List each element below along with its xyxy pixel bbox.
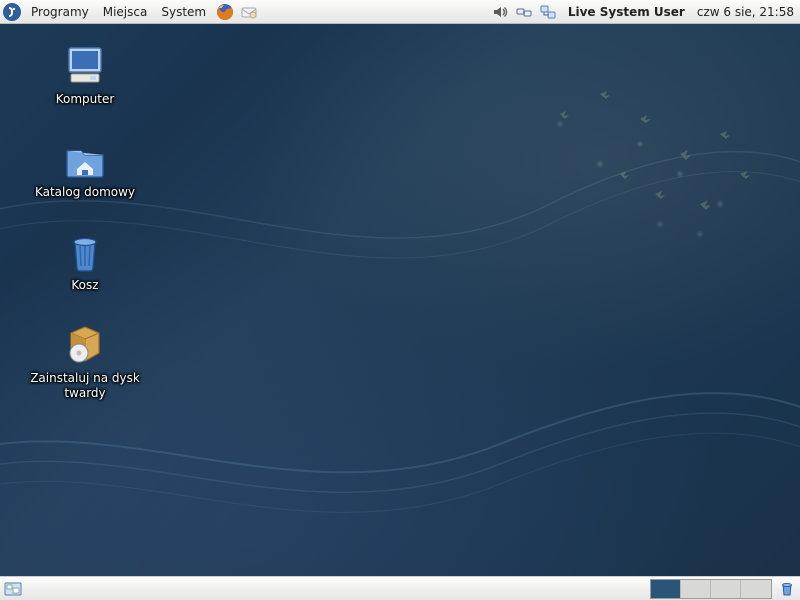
volume-icon[interactable]	[489, 1, 511, 23]
desktop-icon-home[interactable]: Katalog domowy	[10, 135, 160, 200]
show-desktop-button[interactable]	[2, 578, 24, 600]
user-menu[interactable]: Live System User	[560, 5, 693, 19]
desktop-icon-install[interactable]: Zainstaluj na dysk twardy	[10, 321, 160, 401]
trash-icon	[61, 228, 109, 276]
workspace-4[interactable]	[741, 580, 771, 598]
desktop-icon-label: Komputer	[56, 92, 115, 107]
menu-system[interactable]: System	[154, 0, 213, 23]
panel-trash-icon[interactable]	[776, 578, 798, 600]
desktop-icon-computer[interactable]: Komputer	[10, 42, 160, 107]
desktop-icon-label: Zainstaluj na dysk twardy	[20, 371, 150, 401]
clock[interactable]: czw 6 sie, 21:58	[693, 5, 800, 19]
workspace-3[interactable]	[711, 580, 741, 598]
desktop-icons-area: Komputer Katalog domowy	[10, 42, 160, 401]
workspace-1[interactable]	[651, 580, 681, 598]
desktop-icon-trash[interactable]: Kosz	[10, 228, 160, 293]
install-icon	[61, 321, 109, 369]
desktop-icon-label: Katalog domowy	[35, 185, 135, 200]
network-applet-icon[interactable]	[537, 1, 559, 23]
workspace-2[interactable]	[681, 580, 711, 598]
desktop[interactable]: Komputer Katalog domowy	[0, 24, 800, 576]
top-panel: Programy Miejsca System	[0, 0, 800, 24]
distro-logo-icon[interactable]	[1, 1, 23, 23]
firefox-launcher-icon[interactable]	[214, 1, 236, 23]
network-status-icon[interactable]	[513, 1, 535, 23]
menu-programs[interactable]: Programy	[24, 0, 96, 23]
workspace-switcher[interactable]	[650, 579, 772, 599]
home-folder-icon	[61, 135, 109, 183]
mail-launcher-icon[interactable]	[238, 1, 260, 23]
computer-icon	[61, 42, 109, 90]
bottom-panel	[0, 576, 800, 600]
menu-places[interactable]: Miejsca	[96, 0, 155, 23]
desktop-icon-label: Kosz	[71, 278, 98, 293]
